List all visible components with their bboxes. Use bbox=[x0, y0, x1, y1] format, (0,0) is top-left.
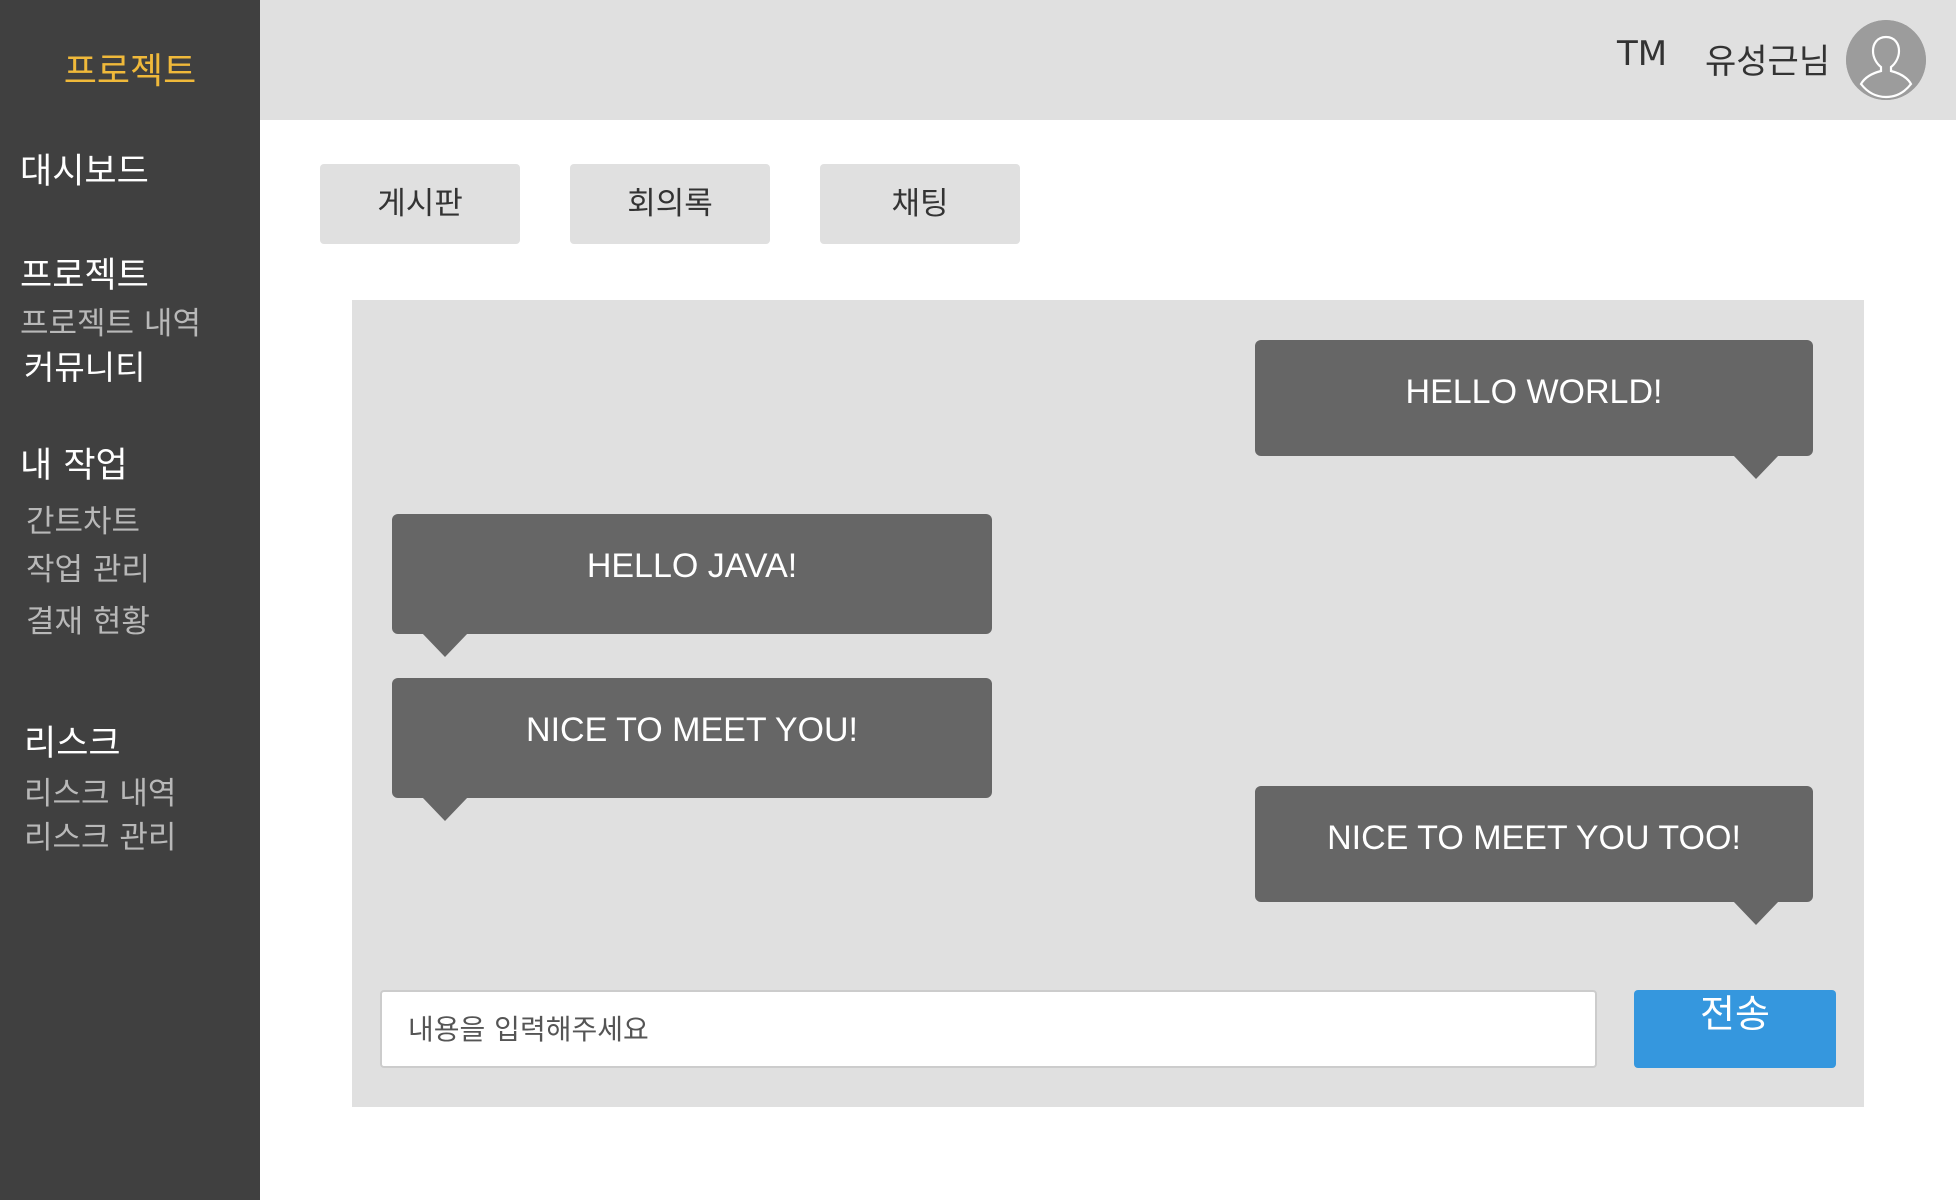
user-avatar-icon bbox=[1846, 20, 1926, 100]
sidebar: 프로젝트 대시보드 프로젝트 프로젝트 내역 커뮤니티 내 작업 간트차트 작업… bbox=[0, 0, 260, 1200]
bubble-tail bbox=[1733, 901, 1779, 925]
nav-item-risk-management[interactable]: 리스크 관리 bbox=[24, 812, 176, 857]
nav-dashboard[interactable]: 대시보드 bbox=[20, 143, 149, 194]
nav-item-community[interactable]: 커뮤니티 bbox=[24, 341, 145, 389]
sidebar-brand[interactable]: 프로젝트 bbox=[0, 42, 260, 94]
top-bar: TM 유성근님 bbox=[260, 0, 1956, 120]
chat-panel: HELLO WORLD! HELLO JAVA! NICE TO MEET YO… bbox=[352, 300, 1864, 1107]
chat-message-text: HELLO WORLD! bbox=[1405, 373, 1663, 411]
nav-item-gantt-chart[interactable]: 간트차트 bbox=[26, 496, 140, 541]
nav-item-approval-status[interactable]: 결재 현황 bbox=[26, 596, 150, 641]
avatar[interactable] bbox=[1846, 20, 1926, 100]
message-input[interactable] bbox=[380, 990, 1597, 1068]
tab-chat[interactable]: 채팅 bbox=[820, 164, 1020, 244]
nav-item-task-management[interactable]: 작업 관리 bbox=[26, 544, 150, 589]
nav-section-project[interactable]: 프로젝트 bbox=[20, 247, 149, 298]
nav-section-my-work[interactable]: 내 작업 bbox=[20, 437, 128, 488]
chat-message-text: NICE TO MEET YOU! bbox=[526, 711, 858, 749]
chat-bubble-right: HELLO WORLD! bbox=[1255, 340, 1813, 479]
user-name[interactable]: 유성근님 bbox=[1705, 34, 1830, 83]
nav-item-project-history[interactable]: 프로젝트 내역 bbox=[20, 298, 201, 343]
nav-item-risk-history[interactable]: 리스크 내역 bbox=[24, 768, 176, 813]
chat-message-text: NICE TO MEET YOU TOO! bbox=[1327, 819, 1741, 857]
bubble-tail bbox=[422, 797, 468, 821]
tab-minutes[interactable]: 회의록 bbox=[570, 164, 770, 244]
chat-bubble-left: NICE TO MEET YOU! bbox=[392, 678, 992, 821]
tab-board[interactable]: 게시판 bbox=[320, 164, 520, 244]
nav-section-risk[interactable]: 리스크 bbox=[24, 715, 121, 766]
chat-bubble-right: NICE TO MEET YOU TOO! bbox=[1255, 786, 1813, 925]
team-label: TM bbox=[1617, 34, 1668, 74]
chat-message-text: HELLO JAVA! bbox=[586, 547, 798, 585]
bubble-tail bbox=[1733, 455, 1779, 479]
send-button[interactable]: 전송 bbox=[1634, 990, 1836, 1068]
bubble-tail bbox=[422, 633, 468, 657]
chat-bubble-left: HELLO JAVA! bbox=[392, 514, 992, 657]
